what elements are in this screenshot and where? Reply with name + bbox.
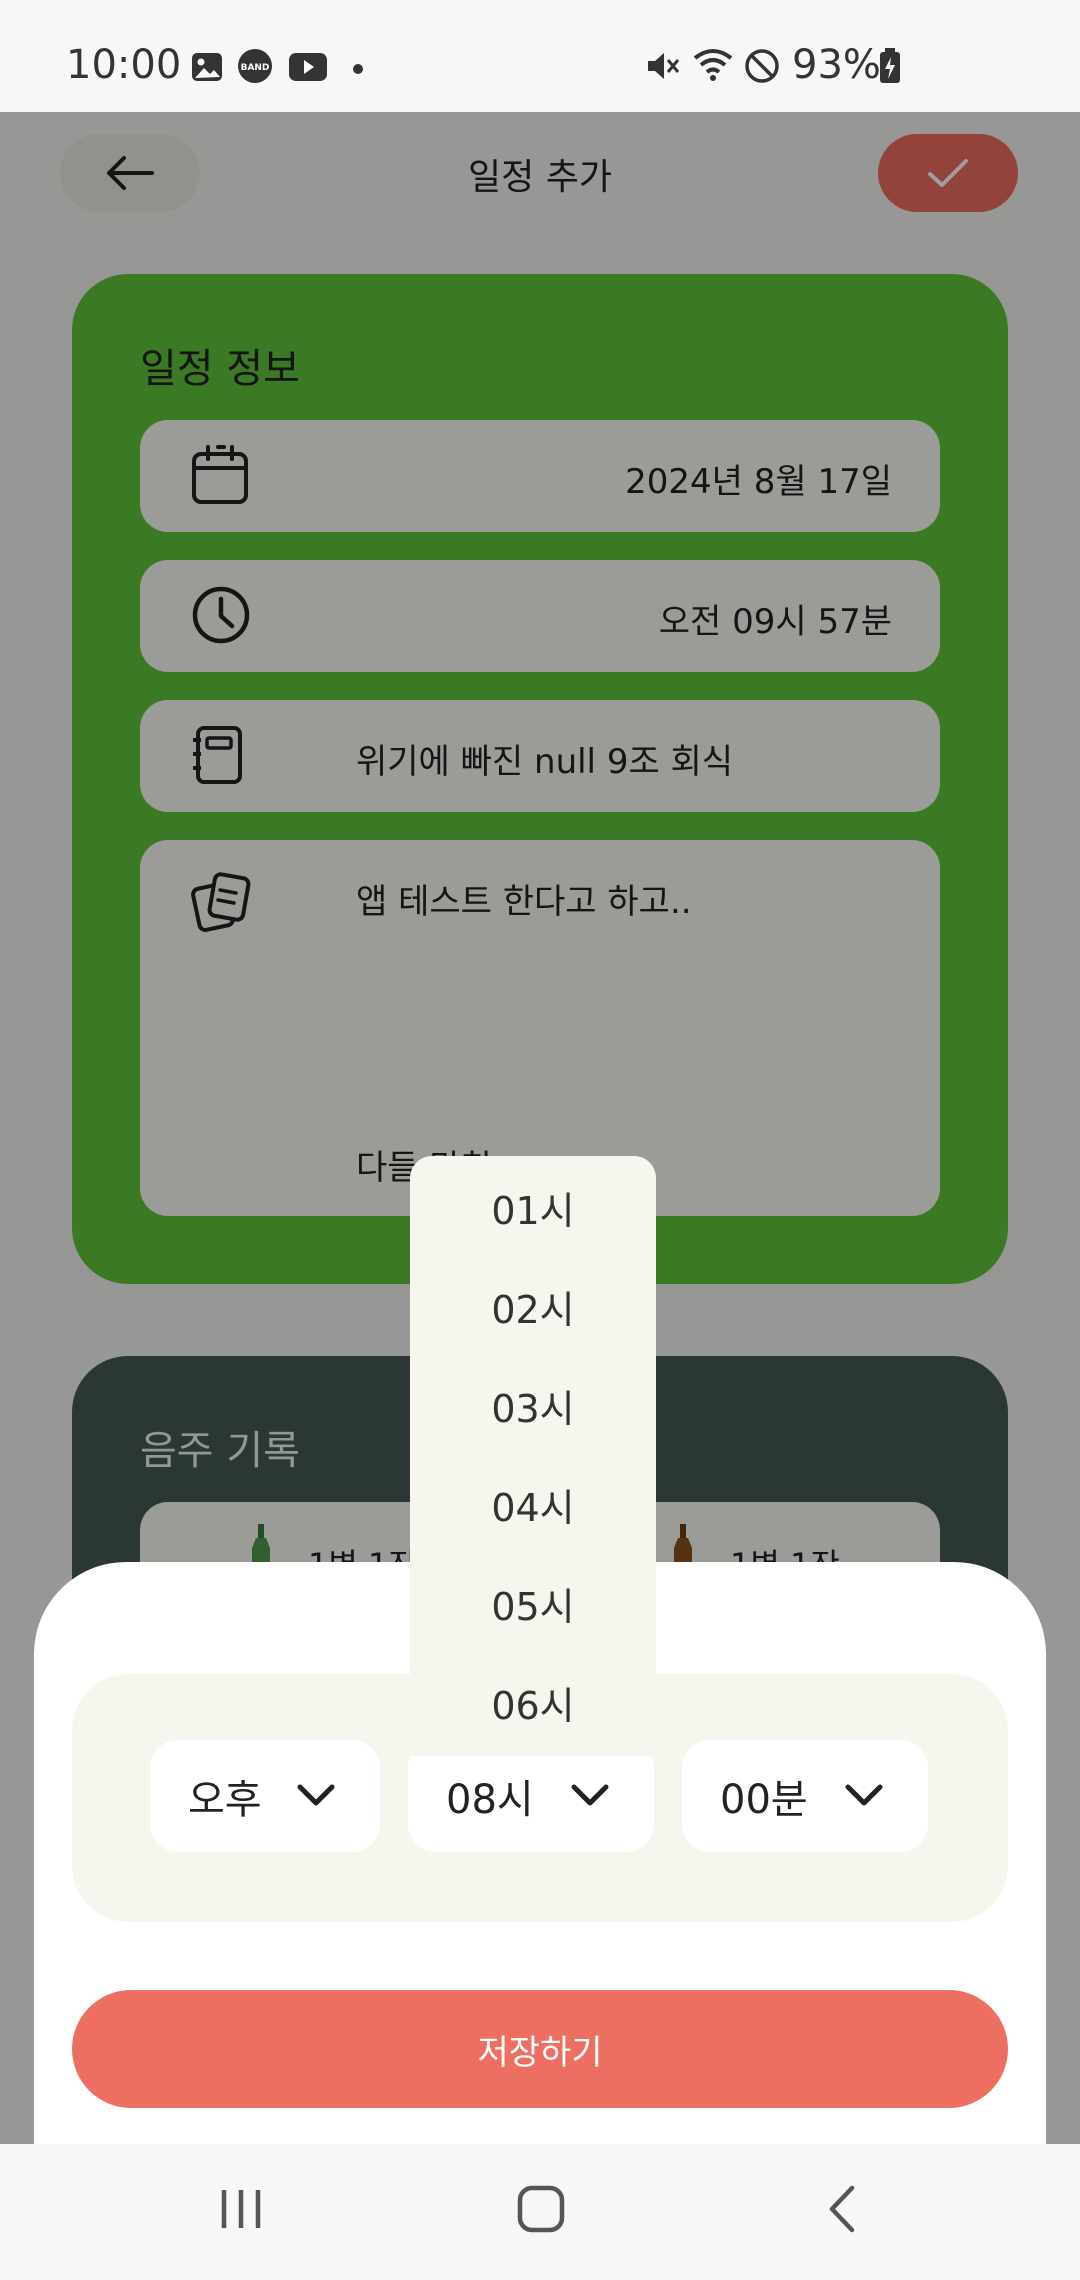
back-nav-icon[interactable] xyxy=(824,2184,858,2238)
gallery-icon xyxy=(190,50,224,88)
ampm-select[interactable]: 오후 xyxy=(150,1740,380,1852)
hour-option[interactable]: 06시 xyxy=(410,1675,656,1730)
chevron-down-icon xyxy=(570,1782,610,1812)
battery-charging-icon xyxy=(878,48,902,88)
status-time: 10:00 xyxy=(66,42,182,88)
hour-option[interactable]: 04시 xyxy=(410,1477,656,1532)
svg-text:BAND: BAND xyxy=(241,63,270,73)
battery-percent: 93% xyxy=(792,42,881,88)
minute-select[interactable]: 00분 xyxy=(682,1740,928,1852)
system-nav-bar xyxy=(0,2144,1080,2280)
hour-option[interactable]: 05시 xyxy=(410,1576,656,1631)
home-icon[interactable] xyxy=(516,2184,566,2238)
minute-value: 00분 xyxy=(720,1777,808,1823)
status-bar: 10:00 BAND 93% xyxy=(0,0,1080,112)
save-button-label: 저장하기 xyxy=(477,2032,603,2073)
hour-option[interactable]: 03시 xyxy=(410,1378,656,1433)
wifi-icon xyxy=(692,46,734,88)
recent-apps-icon[interactable] xyxy=(218,2184,264,2238)
hour-value: 08시 xyxy=(446,1777,534,1823)
youtube-icon xyxy=(288,52,328,86)
chevron-down-icon xyxy=(296,1782,336,1812)
hour-option[interactable]: 01시 xyxy=(410,1180,656,1235)
dot-icon xyxy=(352,60,364,79)
hour-option[interactable]: 02시 xyxy=(410,1279,656,1334)
chevron-down-icon xyxy=(844,1782,884,1812)
band-icon: BAND xyxy=(236,48,274,90)
hour-select[interactable]: 08시 xyxy=(408,1740,654,1852)
do-not-disturb-icon xyxy=(744,48,780,88)
save-button[interactable]: 저장하기 xyxy=(72,1990,1008,2108)
mute-icon xyxy=(644,48,680,88)
hour-dropdown-list[interactable]: 01시 02시 03시 04시 05시 06시 xyxy=(410,1156,656,1756)
ampm-value: 오후 xyxy=(188,1777,262,1823)
